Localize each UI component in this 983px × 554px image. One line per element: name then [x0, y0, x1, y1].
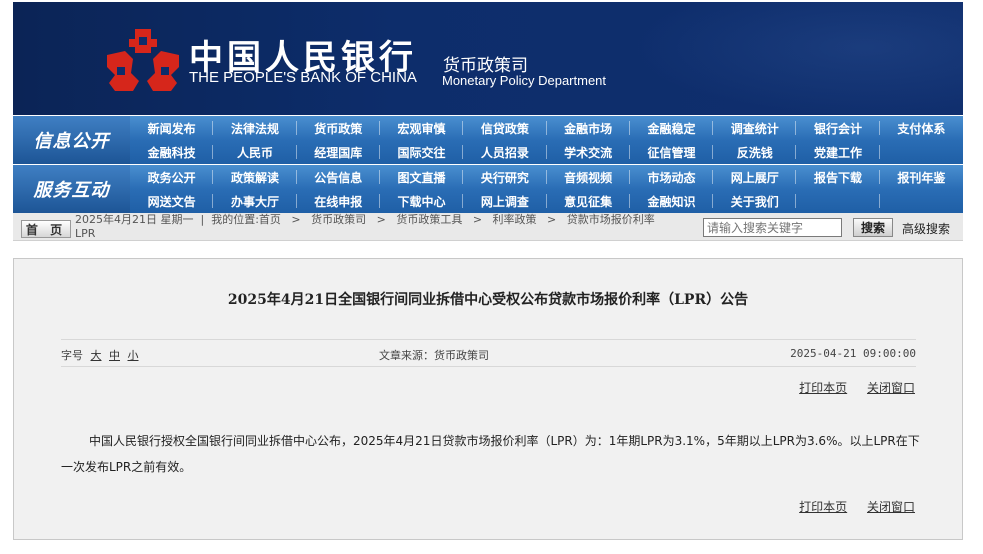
- nav-item[interactable]: 政务公开: [130, 165, 214, 189]
- main-navigation: 信息公开 新闻发布 法律法规 货币政策 宏观审慎 信贷政策 金融市场 金融稳定 …: [13, 116, 963, 213]
- nav-section-label: 服务互动: [13, 165, 130, 213]
- nav-items-info: 新闻发布 法律法规 货币政策 宏观审慎 信贷政策 金融市场 金融稳定 调查统计 …: [130, 116, 963, 164]
- close-window-link[interactable]: 关闭窗口: [867, 500, 915, 514]
- nav-item[interactable]: 市场动态: [630, 165, 714, 189]
- font-size-control: 字号 大 中 小: [61, 347, 139, 363]
- advanced-search-link[interactable]: 高级搜索: [902, 220, 950, 237]
- search-input[interactable]: [703, 218, 842, 237]
- close-window-link[interactable]: 关闭窗口: [867, 381, 915, 395]
- nav-item[interactable]: 关于我们: [713, 189, 797, 213]
- nav-item-empty: [880, 189, 963, 213]
- chevron-right-icon: >: [366, 213, 397, 226]
- site-title-en: THE PEOPLE'S BANK OF CHINA: [189, 69, 417, 86]
- nav-item[interactable]: 学术交流: [547, 140, 631, 164]
- article-meta: 字号 大 中 小 文章来源：货币政策司 2025-04-21 09:00:00: [61, 339, 916, 367]
- print-link[interactable]: 打印本页: [799, 500, 847, 514]
- nav-item[interactable]: 国际交往: [380, 140, 464, 164]
- nav-item[interactable]: 金融稳定: [630, 116, 714, 140]
- nav-item[interactable]: 支付体系: [880, 116, 963, 140]
- nav-item[interactable]: 银行会计: [796, 116, 880, 140]
- nav-item[interactable]: 意见征集: [547, 189, 631, 213]
- article-actions-bottom: 打印本页 关闭窗口: [783, 498, 915, 515]
- nav-item[interactable]: 新闻发布: [130, 116, 214, 140]
- breadcrumb-link-tools[interactable]: 货币政策工具: [396, 213, 462, 226]
- separator: |: [193, 213, 212, 226]
- nav-item[interactable]: 征信管理: [630, 140, 714, 164]
- breadcrumb: 2025年4月21日 星期一 | 我的位置:首页 > 货币政策司 > 货币政策工…: [75, 213, 695, 241]
- article-source: 文章来源：货币政策司: [379, 349, 489, 362]
- department-name-en: Monetary Policy Department: [442, 73, 607, 88]
- nav-item[interactable]: 法律法规: [213, 116, 297, 140]
- font-size-small[interactable]: 小: [128, 349, 139, 362]
- nav-item[interactable]: 党建工作: [796, 140, 880, 164]
- nav-item[interactable]: 政策解读: [213, 165, 297, 189]
- nav-item[interactable]: 图文直播: [380, 165, 464, 189]
- nav-item[interactable]: 人员招录: [463, 140, 547, 164]
- nav-item[interactable]: 金融科技: [130, 140, 214, 164]
- location-prefix: 我的位置:: [211, 213, 259, 226]
- nav-items-service: 政务公开 政策解读 公告信息 图文直播 央行研究 音频视频 市场动态 网上展厅 …: [130, 165, 963, 213]
- nav-item-empty: [796, 189, 880, 213]
- article-title: 2025年4月21日全国银行间同业拆借中心受权公布贷款市场报价利率（LPR）公告: [227, 292, 749, 308]
- nav-item[interactable]: 办事大厅: [213, 189, 297, 213]
- nav-row-info: 信息公开 新闻发布 法律法规 货币政策 宏观审慎 信贷政策 金融市场 金融稳定 …: [13, 116, 963, 164]
- breadcrumb-link-rate-policy[interactable]: 利率政策: [493, 213, 537, 226]
- article-body: 中国人民银行授权全国银行间同业拆借中心公布，2025年4月21日贷款市场报价利率…: [61, 434, 920, 474]
- nav-item[interactable]: 宏观审慎: [380, 116, 464, 140]
- article-panel: 2025年4月21日全国银行间同业拆借中心受权公布贷款市场报价利率（LPR）公告…: [13, 258, 963, 540]
- nav-item[interactable]: 金融知识: [630, 189, 714, 213]
- pboc-logo-icon[interactable]: [105, 29, 181, 93]
- nav-item[interactable]: 音频视频: [547, 165, 631, 189]
- breadcrumb-bar: 首 页 2025年4月21日 星期一 | 我的位置:首页 > 货币政策司 > 货…: [13, 213, 963, 241]
- nav-item[interactable]: 反洗钱: [713, 140, 797, 164]
- nav-item[interactable]: 报刊年鉴: [880, 165, 963, 189]
- font-size-medium[interactable]: 中: [109, 349, 120, 362]
- nav-item[interactable]: 公告信息: [297, 165, 381, 189]
- current-date: 2025年4月21日 星期一: [75, 213, 194, 226]
- nav-item[interactable]: 央行研究: [463, 165, 547, 189]
- print-link[interactable]: 打印本页: [799, 381, 847, 395]
- breadcrumb-link-lpr-suffix[interactable]: LPR: [75, 227, 95, 240]
- font-size-label: 字号: [61, 349, 83, 362]
- nav-item[interactable]: 人民币: [213, 140, 297, 164]
- breadcrumb-link-home[interactable]: 首页: [259, 213, 281, 226]
- nav-item[interactable]: 金融市场: [547, 116, 631, 140]
- nav-item[interactable]: 调查统计: [713, 116, 797, 140]
- nav-item[interactable]: 下载中心: [380, 189, 464, 213]
- home-button[interactable]: 首 页: [21, 220, 71, 238]
- chevron-right-icon: >: [536, 213, 567, 226]
- nav-section-label: 信息公开: [13, 116, 130, 164]
- banner-texture: [633, 2, 963, 115]
- nav-item[interactable]: 经理国库: [297, 140, 381, 164]
- article-date: 2025-04-21 09:00:00: [790, 347, 916, 360]
- nav-item[interactable]: 网上调查: [463, 189, 547, 213]
- nav-item-empty: [880, 140, 963, 164]
- chevron-right-icon: >: [462, 213, 493, 226]
- nav-item[interactable]: 在线申报: [297, 189, 381, 213]
- header-banner: 中国人民银行 THE PEOPLE'S BANK OF CHINA 货币政策司 …: [13, 2, 963, 115]
- nav-item[interactable]: 报告下载: [796, 165, 880, 189]
- nav-row-service: 服务互动 政务公开 政策解读 公告信息 图文直播 央行研究 音频视频 市场动态 …: [13, 165, 963, 213]
- nav-item[interactable]: 网上展厅: [713, 165, 797, 189]
- breadcrumb-link-dept[interactable]: 货币政策司: [311, 213, 366, 226]
- nav-item[interactable]: 信贷政策: [463, 116, 547, 140]
- breadcrumb-link-lpr[interactable]: 贷款市场报价利率: [567, 213, 655, 226]
- nav-item[interactable]: 网送文告: [130, 189, 214, 213]
- article-actions-top: 打印本页 关闭窗口: [783, 379, 915, 396]
- nav-item[interactable]: 货币政策: [297, 116, 381, 140]
- search-button[interactable]: 搜索: [853, 218, 893, 237]
- chevron-right-icon: >: [280, 213, 312, 226]
- font-size-large[interactable]: 大: [91, 349, 102, 362]
